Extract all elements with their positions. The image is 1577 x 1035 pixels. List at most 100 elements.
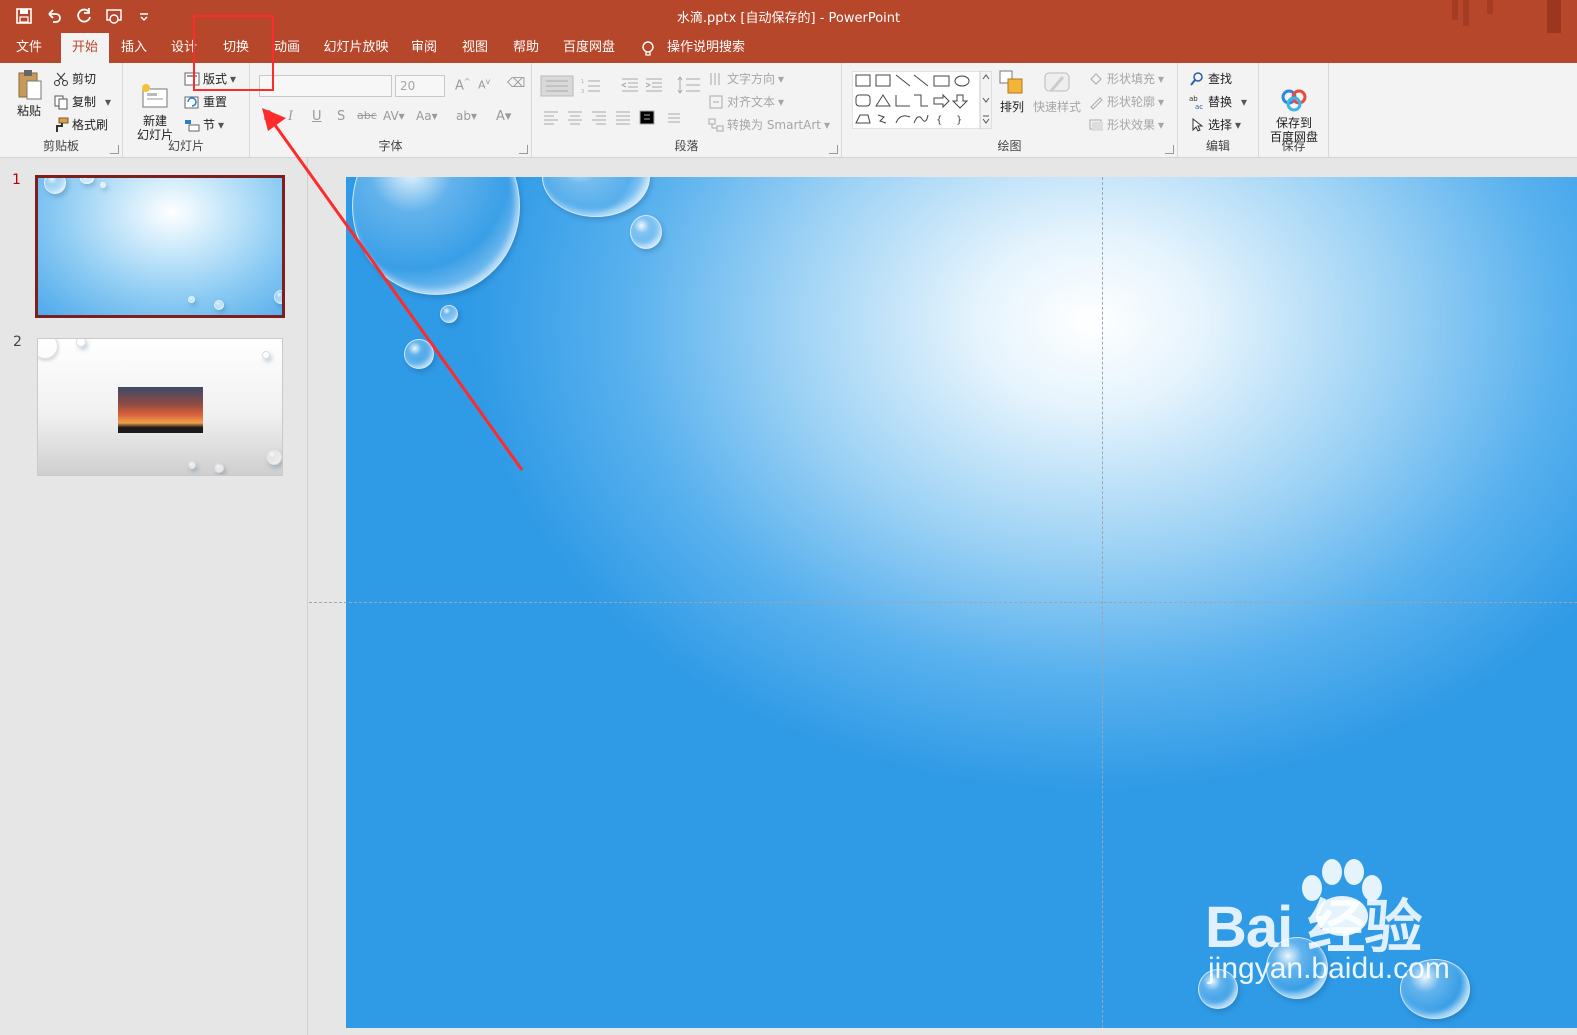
section-button[interactable]: 节 ▾: [184, 116, 224, 133]
align-text-button[interactable]: 对齐文本 ▾: [708, 93, 784, 110]
lightbulb-icon: [642, 41, 654, 56]
drawing-launcher-icon[interactable]: [1165, 145, 1174, 154]
cut-button[interactable]: 剪切: [53, 70, 96, 87]
copy-button[interactable]: 复制 ▾: [53, 93, 111, 110]
water-drop: [44, 178, 66, 194]
shapes-gallery[interactable]: {}: [852, 71, 992, 129]
group-font: 20 A^ Av ⌫ B I U S abc AV▾ Aa▾ ab▾ A▾ 字体: [250, 63, 532, 158]
water-drop: [404, 339, 434, 369]
align-text-label: 对齐文本: [727, 95, 776, 109]
shape-outline-button[interactable]: 形状轮廓 ▾: [1088, 93, 1164, 110]
smartart-icon: [708, 118, 724, 131]
align-text-icon: [709, 95, 723, 108]
water-drop: [214, 463, 224, 473]
slide-number-1: 1: [12, 172, 21, 188]
bullets-icon[interactable]: [540, 75, 574, 97]
shape-effects-label: 形状效果: [1107, 118, 1156, 132]
numbering-icon[interactable]: 13: [580, 77, 602, 95]
tab-help[interactable]: 帮助: [505, 33, 547, 63]
svg-text:ac: ac: [1195, 103, 1203, 110]
search-icon: [1190, 71, 1203, 86]
shape-fill-button[interactable]: 形状填充 ▾: [1088, 70, 1164, 87]
slide-thumbnail-2[interactable]: [37, 338, 283, 476]
bold-icon[interactable]: B: [263, 109, 273, 124]
group-clipboard: 粘贴 剪切 复制 ▾ 格式刷 剪贴板: [0, 63, 123, 158]
horizontal-guide[interactable]: [309, 602, 1577, 603]
water-drop: [76, 339, 86, 347]
replace-button[interactable]: ab ac 替换 ▾: [1189, 93, 1247, 110]
water-drop: [100, 182, 106, 188]
change-case-icon[interactable]: Aa▾: [416, 109, 438, 123]
section-dropdown-icon: ▾: [218, 117, 225, 132]
highlight-color-icon[interactable]: ab▾: [456, 109, 477, 123]
decrease-indent-icon[interactable]: [620, 77, 640, 93]
convert-smartart-button[interactable]: 转换为 SmartArt ▾: [708, 116, 830, 133]
font-color-icon[interactable]: A▾: [496, 109, 511, 124]
quick-styles-label: 快速样式: [1032, 100, 1081, 114]
strikethrough-icon[interactable]: abc: [357, 109, 377, 122]
copy-icon: [54, 95, 68, 109]
cut-label: 剪切: [72, 72, 97, 86]
group-label-drawing: 绘图: [997, 139, 1022, 153]
tell-me-search[interactable]: 操作说明搜索: [667, 33, 745, 63]
reset-label: 重置: [203, 95, 228, 109]
decrease-font-size-icon[interactable]: Av: [478, 77, 490, 92]
shape-effects-button[interactable]: 形状效果 ▾: [1088, 116, 1164, 133]
scissors-icon: [54, 72, 68, 86]
alignment-icons[interactable]: [542, 109, 682, 125]
slide-thumbnail-1[interactable]: [35, 175, 285, 318]
find-button[interactable]: 查找: [1189, 70, 1232, 87]
increase-indent-icon[interactable]: [644, 77, 664, 93]
group-label-save: 保存: [1281, 139, 1306, 153]
font-size-combo[interactable]: 20: [395, 75, 445, 97]
tab-review[interactable]: 审阅: [403, 33, 445, 63]
new-slide-icon: [142, 84, 168, 108]
text-direction-button[interactable]: 文字方向 ▾: [708, 70, 784, 87]
tab-home[interactable]: 开始: [61, 33, 109, 63]
tab-insert[interactable]: 插入: [113, 33, 155, 63]
paste-button[interactable]: 粘贴: [10, 69, 48, 118]
character-spacing-icon[interactable]: AV▾: [383, 109, 405, 123]
slide-thumbnail-panel: 1 2: [0, 158, 308, 1035]
water-drop: [80, 178, 94, 184]
format-painter-label: 格式刷: [72, 118, 109, 132]
water-drop: [352, 177, 520, 295]
group-save: 保存到 百度网盘 保存: [1259, 63, 1329, 158]
clipboard-launcher-icon[interactable]: [110, 145, 119, 154]
svg-text:3: 3: [581, 89, 584, 95]
group-paragraph: 13 文字方向 ▾ 对齐文本 ▾ 转换为 SmartArt ▾ 段落: [532, 63, 842, 158]
select-button[interactable]: 选择 ▾: [1189, 116, 1241, 133]
line-spacing-icon[interactable]: [676, 75, 702, 95]
svg-text:1: 1: [581, 79, 584, 85]
tab-view[interactable]: 视图: [454, 33, 496, 63]
paragraph-launcher-icon[interactable]: [829, 145, 838, 154]
font-name-combo[interactable]: [259, 75, 392, 97]
tab-baidu-netdisk[interactable]: 百度网盘: [556, 33, 622, 63]
water-drop: [274, 290, 282, 304]
underline-icon[interactable]: U: [312, 109, 322, 124]
svg-text:ab: ab: [1189, 95, 1198, 103]
baidu-netdisk-icon: [1281, 89, 1307, 112]
paste-icon: [18, 70, 42, 100]
group-label-paragraph: 段落: [674, 139, 699, 153]
group-label-font: 字体: [378, 139, 403, 153]
format-painter-button[interactable]: 格式刷: [53, 116, 108, 133]
clear-formatting-icon[interactable]: ⌫: [507, 76, 525, 91]
text-shadow-icon[interactable]: S: [337, 109, 345, 124]
arrange-label: 排列: [999, 100, 1024, 114]
tab-file[interactable]: 文件: [8, 33, 50, 63]
quick-styles-button[interactable]: 快速样式: [1032, 69, 1082, 114]
arrange-button[interactable]: 排列: [994, 69, 1030, 114]
copy-dropdown-icon[interactable]: ▾: [105, 95, 111, 109]
italic-icon[interactable]: I: [288, 109, 293, 124]
font-launcher-icon[interactable]: [519, 145, 528, 154]
text-direction-icon: [710, 72, 720, 85]
reset-button[interactable]: 重置: [184, 93, 227, 110]
svg-text:}: }: [956, 115, 962, 126]
tab-slideshow[interactable]: 幻灯片放映: [318, 33, 394, 63]
water-drop: [188, 296, 195, 303]
increase-font-size-icon[interactable]: A^: [455, 77, 471, 93]
cursor-icon: [1192, 117, 1204, 132]
copy-label: 复制: [72, 95, 97, 109]
section-icon: [185, 119, 200, 131]
